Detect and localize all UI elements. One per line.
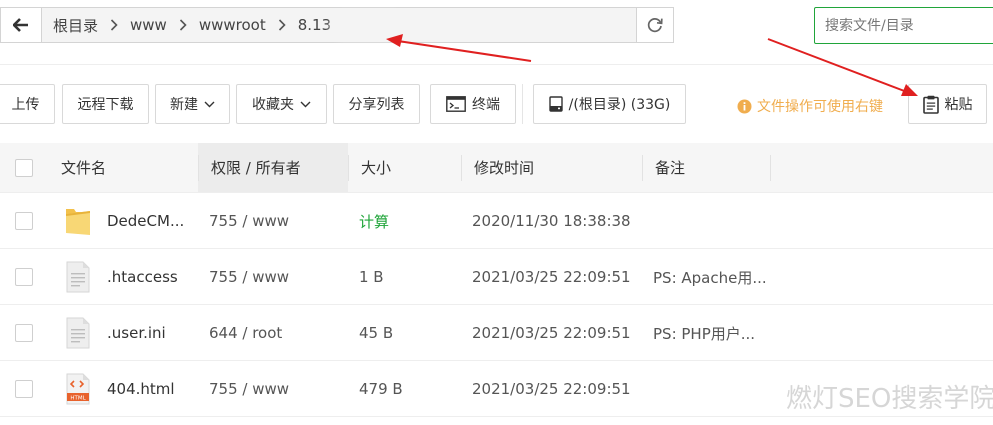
file-name[interactable]: .htaccess: [107, 249, 178, 305]
breadcrumb-www[interactable]: www: [118, 16, 171, 34]
paste-label: 粘贴: [944, 97, 973, 113]
text-file-icon: [66, 261, 90, 293]
file-name[interactable]: 404.html: [107, 361, 175, 417]
row-checkbox[interactable]: [15, 324, 33, 342]
file-name[interactable]: .user.ini: [107, 305, 166, 361]
file-permission[interactable]: 755 / www: [209, 361, 289, 417]
terminal-label: 终端: [472, 97, 500, 113]
breadcrumb-wwwroot[interactable]: wwwroot: [187, 16, 270, 34]
favorites-dropdown-button[interactable]: 收藏夹: [236, 84, 327, 124]
search-input[interactable]: [814, 7, 993, 44]
column-divider: [642, 155, 643, 181]
file-size: 1 B: [359, 268, 384, 286]
table-row[interactable]: .user.ini 644 / root 45 B 2021/03/25 22:…: [0, 305, 993, 361]
disk-button[interactable]: /(根目录) (33G): [533, 84, 686, 124]
text-file-icon: [66, 317, 90, 349]
terminal-icon: [446, 96, 466, 112]
paste-button[interactable]: 粘贴: [908, 84, 987, 124]
table-header: 文件名 权限 / 所有者 大小 修改时间 备注: [0, 143, 993, 193]
arrow-to-paste-annotation: [767, 38, 918, 96]
column-header-permission[interactable]: 权限 / 所有者: [211, 143, 301, 192]
upload-button[interactable]: 上传: [0, 84, 55, 124]
file-permission[interactable]: 755 / www: [209, 193, 289, 249]
column-header-name[interactable]: 文件名: [61, 143, 106, 192]
info-icon: [737, 99, 752, 113]
column-divider: [348, 155, 349, 181]
refresh-button[interactable]: [636, 8, 673, 42]
file-permission[interactable]: 755 / www: [209, 249, 289, 305]
chevron-right-icon: [102, 19, 118, 31]
new-dropdown-button[interactable]: 新建: [155, 84, 230, 124]
terminal-button[interactable]: 终端: [430, 84, 516, 124]
chevron-down-icon: [204, 101, 215, 107]
remote-download-button[interactable]: 远程下载: [62, 84, 149, 124]
folder-icon: [66, 209, 90, 235]
file-note[interactable]: PS: PHP用户...: [653, 305, 755, 361]
table-row[interactable]: DedeCM... 755 / www 计算 2020/11/30 18:38:…: [0, 193, 993, 249]
path-bar: 根目录 www wwwroot 8.13: [0, 7, 674, 43]
svg-text:HTML: HTML: [70, 395, 86, 401]
toolbar-separator: [522, 84, 523, 124]
back-button[interactable]: [1, 8, 42, 42]
chevron-right-icon: [171, 19, 187, 31]
arrow-left-icon: [13, 18, 28, 32]
breadcrumb-root[interactable]: 根目录: [41, 15, 102, 36]
upload-label: 上传: [11, 97, 40, 113]
disk-icon: [548, 96, 563, 112]
disk-label: /(根目录) (33G): [568, 97, 671, 113]
remote-download-label: 远程下载: [77, 97, 134, 113]
html-file-icon: HTML: [66, 373, 90, 405]
table-row[interactable]: .htaccess 755 / www 1 B 2021/03/25 22:09…: [0, 249, 993, 305]
clipboard-icon: [922, 95, 939, 114]
divider: [0, 64, 993, 65]
column-header-size[interactable]: 大小: [361, 143, 391, 192]
row-checkbox[interactable]: [15, 268, 33, 286]
chevron-right-icon: [270, 19, 286, 31]
calculate-size-link[interactable]: 计算: [359, 193, 389, 249]
row-checkbox[interactable]: [15, 212, 33, 230]
redaction-blur: [334, 16, 402, 36]
column-divider: [198, 155, 199, 181]
right-click-tip: 文件操作可使用右键: [737, 96, 883, 116]
column-header-mtime[interactable]: 修改时间: [474, 143, 534, 192]
select-all-checkbox[interactable]: [15, 159, 33, 177]
file-size: 479 B: [359, 380, 403, 398]
file-note[interactable]: PS: Apache用...: [653, 249, 767, 305]
file-permission[interactable]: 644 / root: [209, 305, 282, 361]
file-name[interactable]: DedeCM...: [107, 193, 184, 249]
favorites-label: 收藏夹: [252, 97, 294, 113]
file-size: 45 B: [359, 324, 394, 342]
refresh-icon: [647, 18, 663, 33]
share-list-label: 分享列表: [348, 97, 405, 113]
new-label: 新建: [170, 97, 198, 113]
chevron-down-icon: [300, 101, 311, 107]
file-mtime: 2021/03/25 22:09:51: [472, 324, 631, 342]
file-mtime: 2021/03/25 22:09:51: [472, 268, 631, 286]
column-divider: [461, 155, 462, 181]
column-header-note[interactable]: 备注: [655, 143, 685, 192]
file-mtime: 2021/03/25 22:09:51: [472, 380, 631, 398]
tip-text: 文件操作可使用右键: [757, 99, 883, 115]
share-list-button[interactable]: 分享列表: [333, 84, 420, 124]
watermark: 燃灯SEO搜索学院: [786, 384, 993, 414]
file-mtime: 2020/11/30 18:38:38: [472, 212, 631, 230]
row-checkbox[interactable]: [15, 380, 33, 398]
column-divider: [770, 155, 771, 181]
